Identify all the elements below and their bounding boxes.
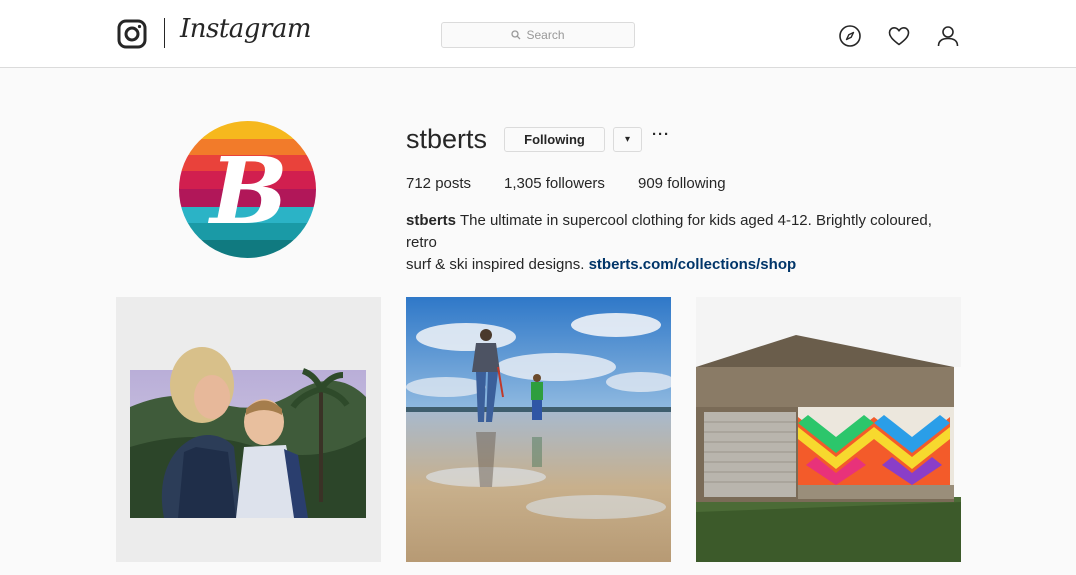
bio-line-1: The ultimate in supercool clothing for k… [406,212,932,251]
posts-count: 712 [406,175,432,192]
profile-avatar[interactable]: B [179,121,316,258]
instagram-glyph-icon[interactable] [117,19,147,49]
more-options-icon[interactable]: ··· [652,126,670,150]
profile-bio: stberts The ultimate in supercool clothi… [406,210,966,276]
avatar-monogram: B [207,137,288,245]
search-input[interactable]: Search [441,22,635,48]
user-icon[interactable] [936,24,960,48]
chevron-down-icon: ▾ [624,134,631,145]
posts-stat: 712 posts [406,175,471,192]
following-stat[interactable]: 909 following [638,175,726,192]
followers-count: 1,305 [504,175,542,192]
bio-website-link[interactable]: stberts.com/collections/shop [589,256,797,273]
post-thumbnail-woman-and-child-photo[interactable] [116,297,381,562]
following-label: following [667,175,726,192]
heart-icon[interactable] [887,24,911,48]
search-placeholder: Search [526,28,565,42]
following-count: 909 [638,175,664,192]
compass-icon[interactable] [838,24,862,48]
instagram-wordmark[interactable]: Instagram [180,14,312,44]
followers-label: followers [545,175,605,192]
followers-stat[interactable]: 1,305 followers [504,175,605,192]
nav-divider [164,18,165,48]
top-nav-bar: Instagram Search [0,0,1076,68]
search-icon [511,30,521,40]
post-thumbnail-painted-barn-photo[interactable] [696,297,961,562]
posts-label: posts [435,175,472,192]
bio-name: stberts [406,212,457,229]
suggestions-dropdown-button[interactable]: ▾ [613,127,642,152]
profile-username: stberts [406,124,488,154]
bio-line-2: surf & ski inspired designs. [406,256,585,273]
post-thumbnail-beach-walk-photo[interactable] [406,297,671,562]
following-button[interactable]: Following [504,127,605,152]
